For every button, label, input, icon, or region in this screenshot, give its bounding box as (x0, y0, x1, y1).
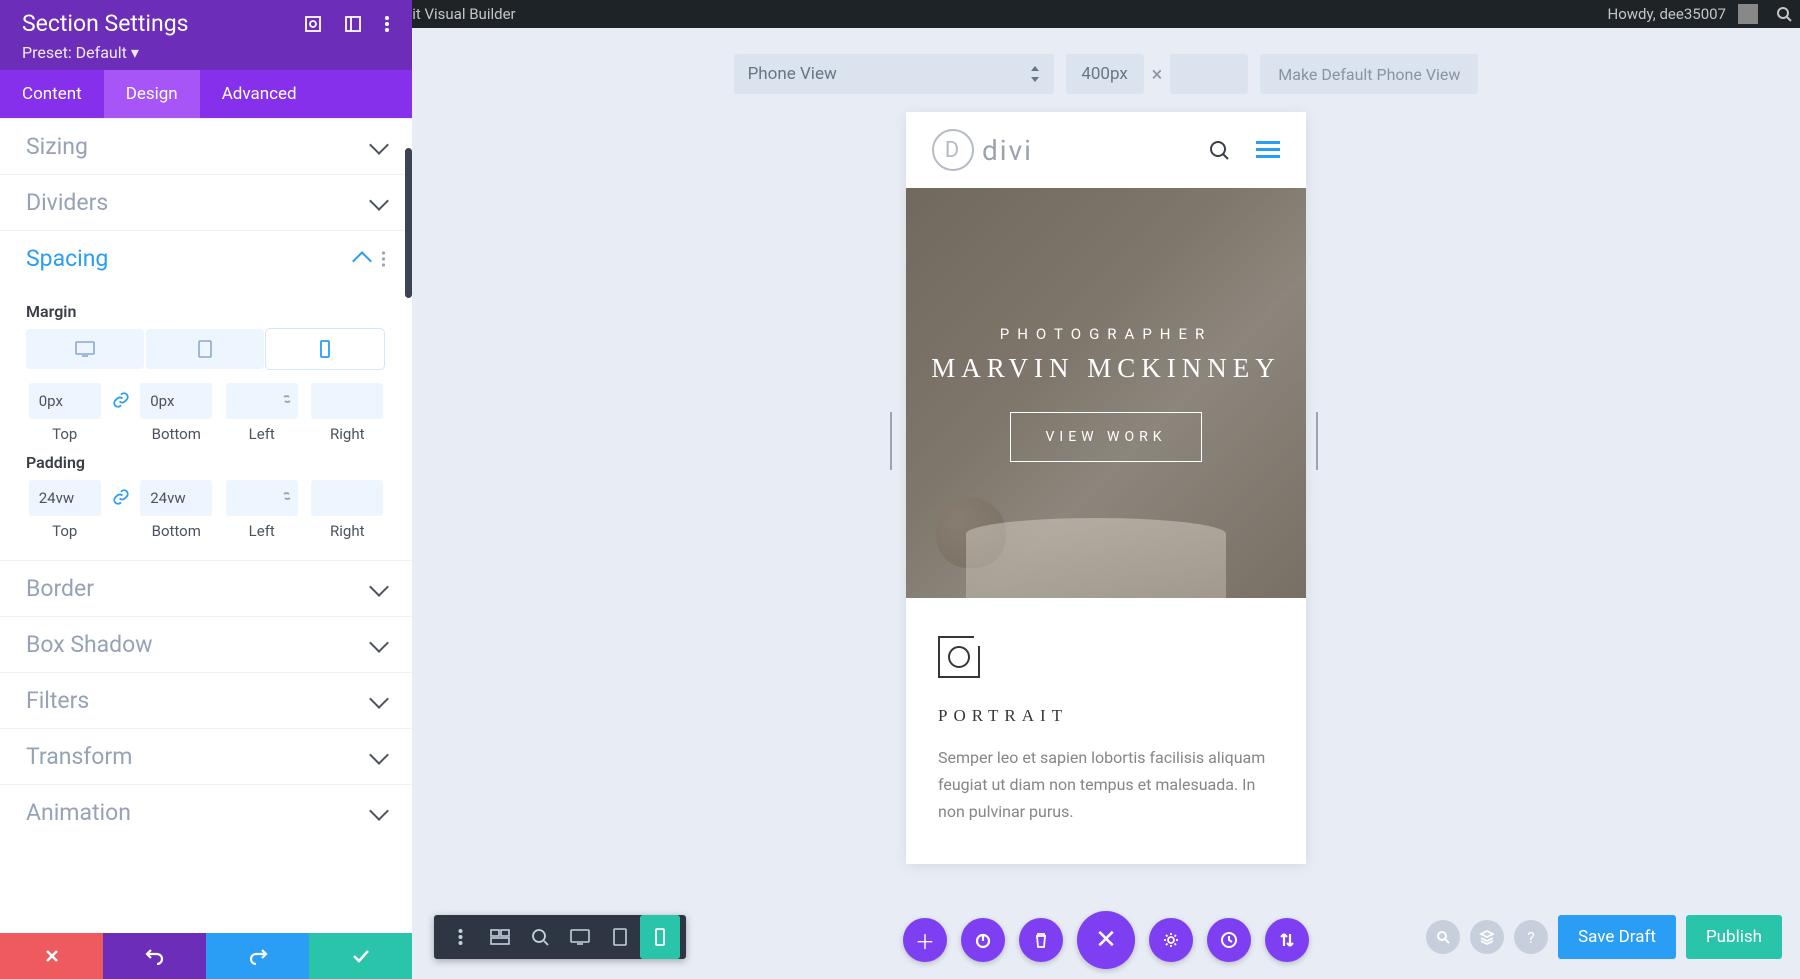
panel-header: Section Settings Preset: Default ▾ (0, 0, 412, 70)
builder-action-toolbar: ＋ ✕ (903, 911, 1309, 969)
wp-exit-builder-link[interactable]: Exit Visual Builder (396, 5, 515, 23)
device-phone-tab[interactable] (266, 329, 384, 369)
settings-button[interactable] (1149, 918, 1193, 962)
delete-button[interactable] (1019, 918, 1063, 962)
wp-search-icon[interactable] (1776, 6, 1792, 22)
tab-content[interactable]: Content (0, 70, 104, 118)
dimension-separator: × (1152, 62, 1163, 86)
wp-howdy[interactable]: Howdy, dee35007 (1608, 4, 1759, 24)
section-dividers[interactable]: Dividers (0, 174, 412, 230)
toolbar-menu-icon[interactable] (440, 915, 480, 959)
camera-icon (938, 636, 980, 678)
margin-label: Margin (26, 302, 386, 321)
padding-bottom-input[interactable] (140, 480, 212, 516)
margin-bottom-input[interactable] (140, 383, 212, 419)
make-default-button[interactable]: Make Default Phone View (1260, 54, 1478, 94)
hero-subtitle: PHOTOGRAPHER (1000, 325, 1213, 343)
zoom-view-icon[interactable] (520, 915, 560, 959)
hamburger-icon[interactable] (1256, 141, 1280, 159)
desktop-view-icon[interactable] (560, 915, 600, 959)
select-arrows-icon (1030, 66, 1040, 82)
panel-undo-button[interactable] (103, 933, 206, 979)
preview-header: Ddivi (906, 112, 1306, 188)
device-tablet-tab[interactable] (146, 329, 264, 369)
panel-tabs: Content Design Advanced (0, 70, 412, 118)
margin-top-input[interactable] (29, 383, 101, 419)
section-sizing[interactable]: Sizing (0, 118, 412, 174)
width-input[interactable]: 400px (1066, 54, 1144, 94)
section-filters[interactable]: Filters (0, 672, 412, 728)
tablet-view-icon[interactable] (600, 915, 640, 959)
canvas: Phone View 400px × Make Default Phone Vi… (412, 28, 1800, 979)
portrait-text: Semper leo et sapien lobortis facilisis … (938, 744, 1274, 826)
chevron-down-icon (369, 191, 389, 211)
link-icon[interactable] (112, 488, 130, 506)
chevron-down-icon (369, 801, 389, 821)
search-help-icon[interactable] (1426, 920, 1460, 954)
history-button[interactable] (1207, 918, 1251, 962)
scrollbar-thumb[interactable] (405, 148, 412, 298)
save-draft-button[interactable]: Save Draft (1558, 915, 1676, 959)
preview-portrait-section: PORTRAIT Semper leo et sapien lobortis f… (906, 598, 1306, 864)
power-button[interactable] (961, 918, 1005, 962)
spacing-body: Margin Top Bottom Left Right Padding Top… (0, 286, 412, 560)
chevron-down-icon (369, 745, 389, 765)
builder-view-toolbar (434, 915, 686, 959)
resize-handle-left[interactable] (890, 412, 896, 470)
panel-sections: Sizing Dividers Spacing Margin Top Botto… (0, 118, 412, 933)
padding-top-input[interactable] (29, 480, 101, 516)
chevron-up-icon (352, 251, 372, 271)
unlink-icon[interactable] (279, 488, 295, 504)
help-icon[interactable]: ? (1514, 920, 1548, 954)
panel-save-button[interactable] (309, 933, 412, 979)
builder-save-toolbar: ? Save Draft Publish (1426, 915, 1782, 959)
panel-cancel-button[interactable] (0, 933, 103, 979)
panel-title: Section Settings (22, 10, 189, 37)
hero-title: MARVIN MCKINNEY (931, 353, 1281, 384)
chevron-down-icon (369, 633, 389, 653)
preview-hero: PHOTOGRAPHER MARVIN MCKINNEY VIEW WORK (906, 188, 1306, 598)
preview-logo[interactable]: Ddivi (932, 129, 1033, 171)
portability-button[interactable] (1265, 918, 1309, 962)
panel-footer (0, 933, 412, 979)
portrait-title: PORTRAIT (938, 706, 1274, 726)
tab-advanced[interactable]: Advanced (200, 70, 319, 118)
panel-redo-button[interactable] (206, 933, 309, 979)
device-desktop-tab[interactable] (26, 329, 144, 369)
kebab-icon[interactable] (384, 15, 390, 33)
wireframe-view-icon[interactable] (480, 915, 520, 959)
responsive-view-bar: Phone View 400px × Make Default Phone Vi… (412, 28, 1800, 112)
kebab-icon[interactable] (381, 251, 386, 267)
preset-dropdown[interactable]: Preset: Default ▾ (22, 43, 390, 62)
height-input[interactable] (1170, 54, 1248, 94)
chevron-down-icon (369, 689, 389, 709)
focus-icon[interactable] (304, 15, 322, 33)
hero-cta-button[interactable]: VIEW WORK (1010, 412, 1201, 462)
unlink-icon[interactable] (279, 391, 295, 407)
view-mode-select[interactable]: Phone View (734, 54, 1054, 94)
margin-right-input[interactable] (311, 383, 383, 419)
chevron-down-icon (369, 577, 389, 597)
padding-label: Padding (26, 453, 386, 472)
search-icon[interactable] (1208, 139, 1230, 161)
tab-design[interactable]: Design (104, 70, 200, 118)
columns-icon[interactable] (344, 15, 362, 33)
section-border[interactable]: Border (0, 560, 412, 616)
layers-icon[interactable] (1470, 920, 1504, 954)
section-spacing[interactable]: Spacing (0, 230, 412, 286)
resize-handle-right[interactable] (1316, 412, 1322, 470)
close-button[interactable]: ✕ (1077, 911, 1135, 969)
phone-preview: Ddivi PHOTOGRAPHER MARVIN MCKINNEY VIEW … (906, 112, 1306, 864)
phone-view-icon[interactable] (640, 915, 680, 959)
section-transform[interactable]: Transform (0, 728, 412, 784)
settings-panel: Section Settings Preset: Default ▾ Conte… (0, 0, 412, 979)
section-animation[interactable]: Animation (0, 784, 412, 840)
link-icon[interactable] (112, 391, 130, 409)
chevron-down-icon (369, 135, 389, 155)
avatar-icon (1738, 4, 1758, 24)
padding-right-input[interactable] (311, 480, 383, 516)
section-box-shadow[interactable]: Box Shadow (0, 616, 412, 672)
add-button[interactable]: ＋ (903, 918, 947, 962)
publish-button[interactable]: Publish (1686, 915, 1782, 959)
